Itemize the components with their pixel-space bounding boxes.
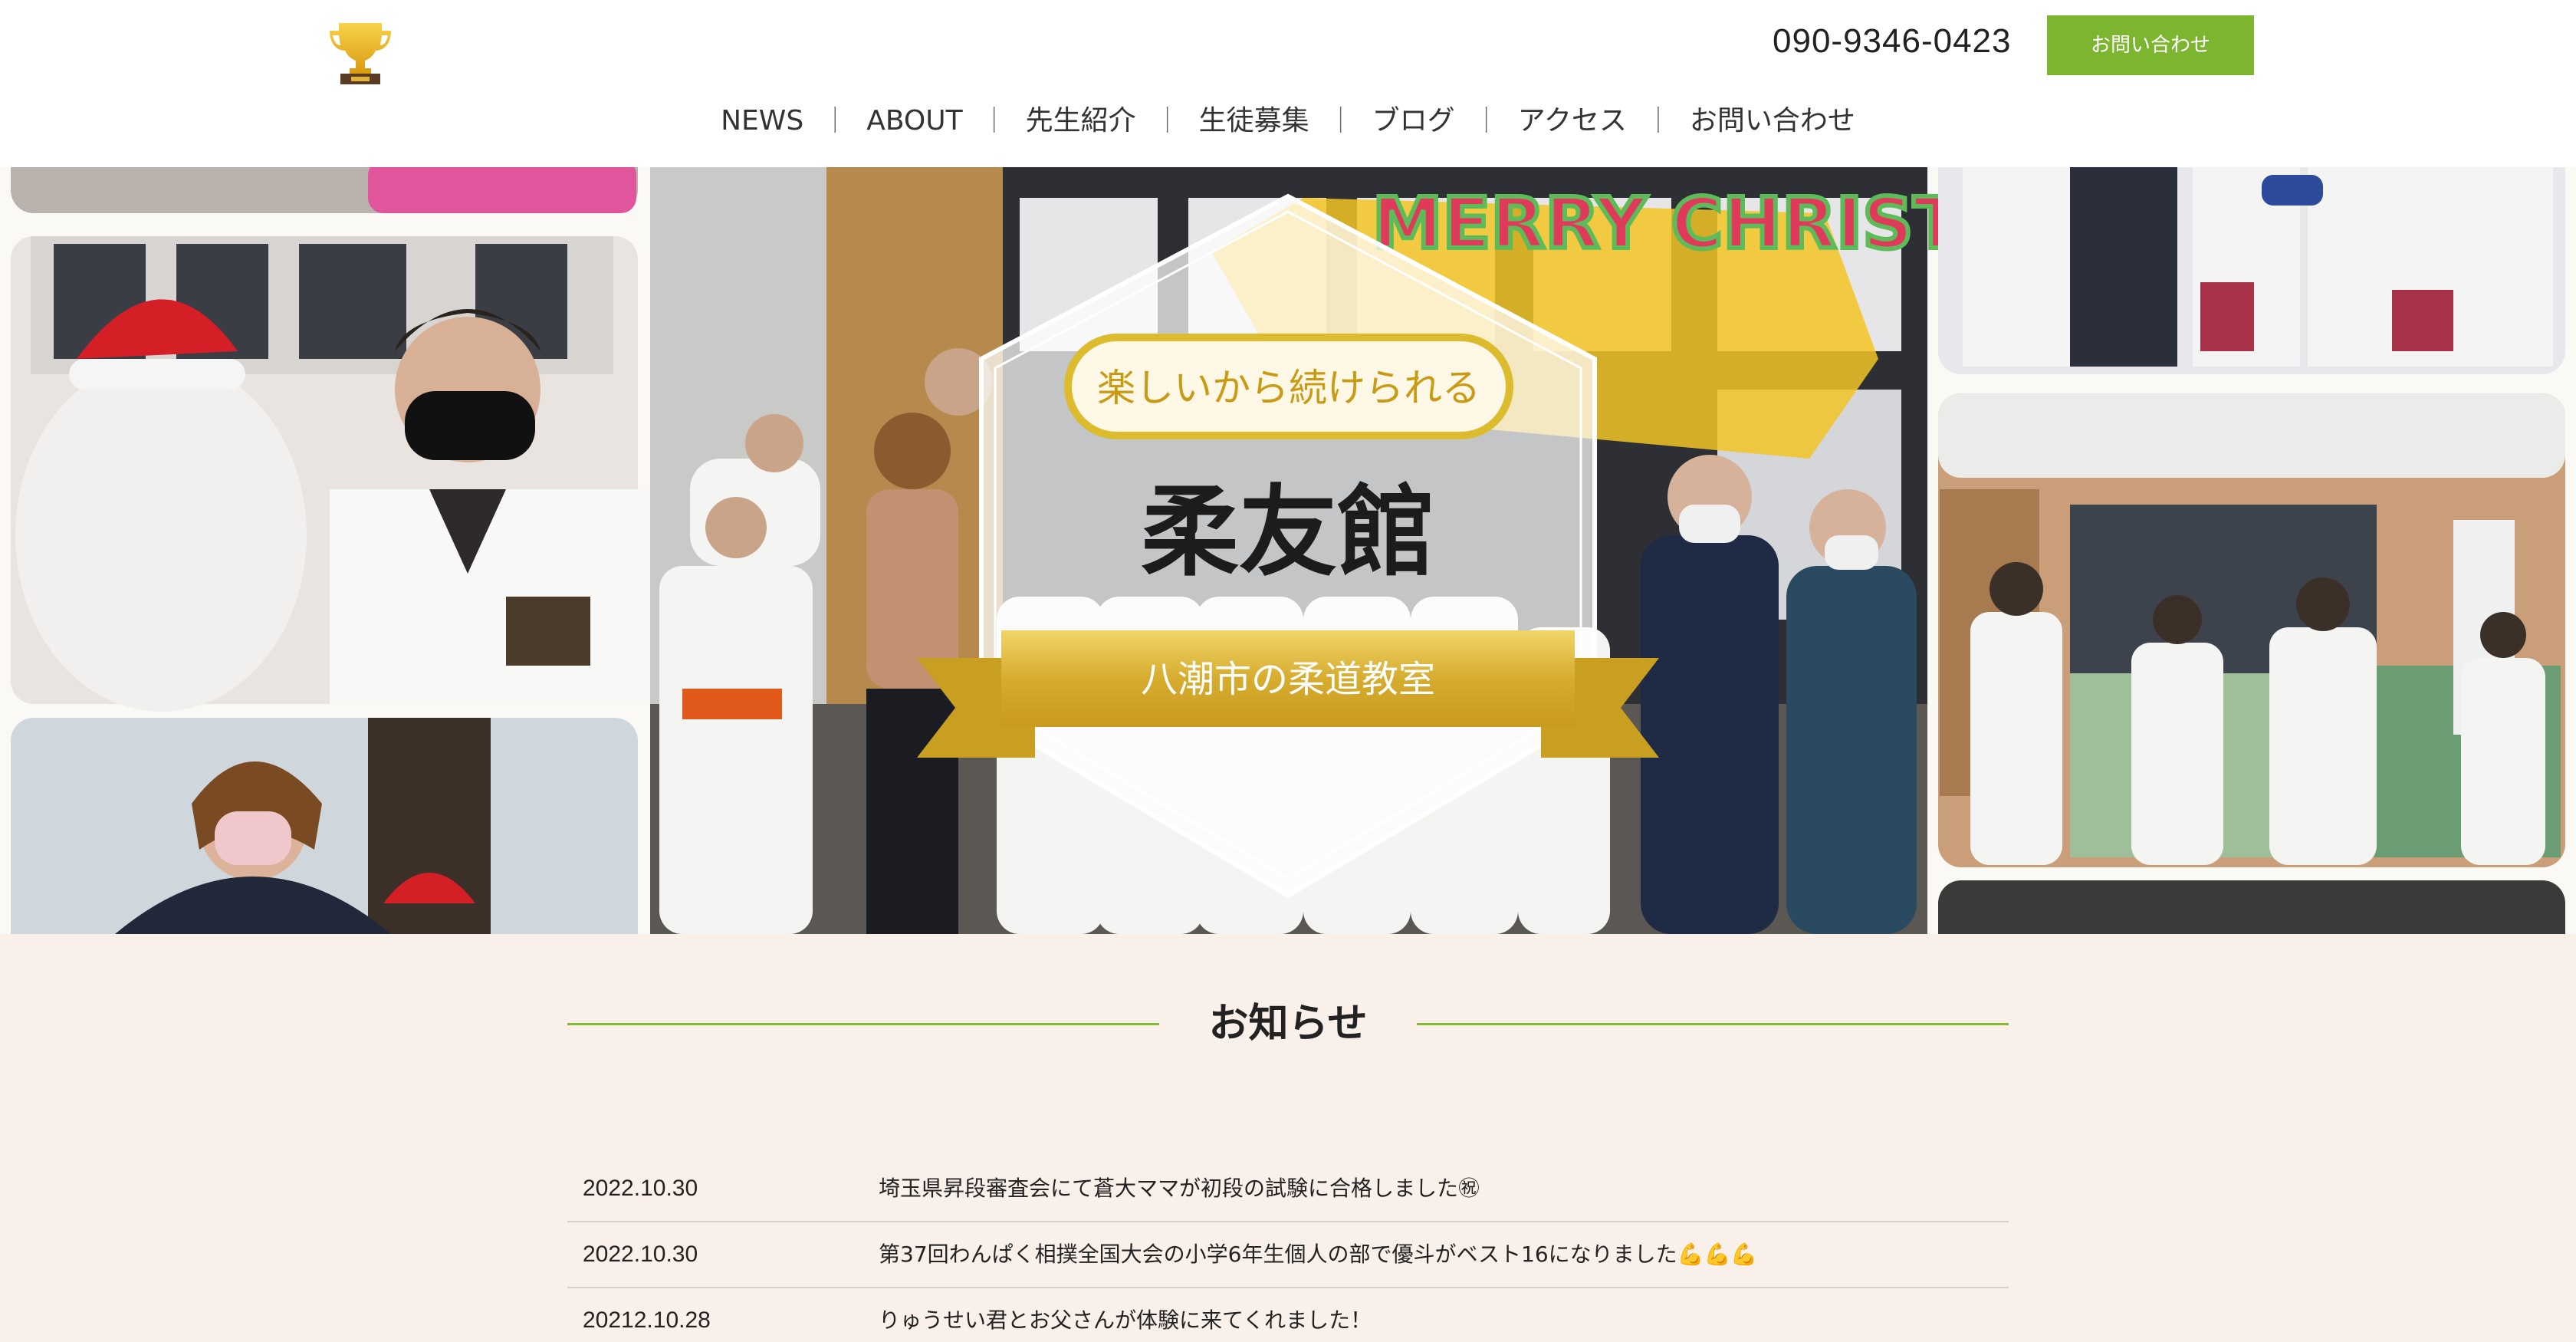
hero-emblem: 楽しいから続けられる 柔友館 八潮市の柔道教室 [917,193,1659,899]
nav-separator: ｜ [822,106,849,137]
news-heading: お知らせ [1208,1001,1368,1047]
news-date: 2022.10.30 [583,1242,698,1267]
nav-item-access[interactable]: アクセス [1513,98,1631,144]
hero-title: 柔友館 [1141,475,1435,590]
news-item[interactable]: 2022.10.30 第37回わんぱく相撲全国大会の小学6年生個人の部で優斗がベ… [567,1222,2009,1288]
nav-separator: ｜ [981,106,1007,137]
main-nav: NEWS ｜ ABOUT ｜ 先生紹介 ｜ 生徒募集 ｜ ブログ ｜ アクセス ｜ お問い合わせ [0,98,2576,144]
news-link[interactable]: 第37回わんぱく相撲全国大会の小学6年生個人の部で優斗がベスト16になりました💪… [879,1222,1757,1287]
hero-banner: MERRY CHRISTMAS 楽しいから続けられる 柔友館 八潮市の柔道教室 [0,167,2576,934]
trophy-icon[interactable] [328,20,393,86]
nav-item-teachers[interactable]: 先生紹介 [1021,98,1141,144]
nav-item-blog[interactable]: ブログ [1368,98,1460,144]
nav-item-recruitment[interactable]: 生徒募集 [1194,98,1314,144]
nav-separator: ｜ [1644,106,1671,137]
contact-button[interactable]: お問い合わせ [2047,15,2254,75]
photo-santa [11,236,652,712]
photo-kids [1938,167,2565,374]
news-link[interactable]: りゅうせい君とお父さんが体験に来てくれました！ [879,1288,1372,1342]
hero-tagline: 楽しいから続けられる [1097,366,1480,410]
site-header: 090-9346-0423 お問い合わせ NEWS ｜ ABOUT ｜ 先生紹介 ｜ 生徒募… [0,0,2576,167]
nav-separator: ｜ [1154,106,1181,137]
nav-item-about[interactable]: ABOUT [862,98,967,144]
news-list: 2022.10.30 埼玉県昇段審査会にて蒼大ママが初段の試験に合格しました㊗ … [567,1156,2009,1342]
nav-separator: ｜ [1473,106,1500,137]
nav-item-contact[interactable]: お問い合わせ [1685,98,1860,144]
news-item[interactable]: 20212.10.28 りゅうせい君とお父さんが体験に来てくれました！ [567,1288,2009,1342]
nav-item-news[interactable]: NEWS [716,98,808,144]
nav-separator: ｜ [1327,106,1354,137]
news-section: お知らせ 2022.10.30 埼玉県昇段審査会にて蒼大ママが初段の試験に合格し… [0,934,2576,1342]
news-item[interactable]: 2022.10.30 埼玉県昇段審査会にて蒼大ママが初段の試験に合格しました㊗ [567,1156,2009,1222]
news-link[interactable]: 埼玉県昇段審査会にて蒼大ママが初段の試験に合格しました㊗ [879,1156,1480,1221]
phone-number[interactable]: 090-9346-0423 [1773,18,2011,64]
news-date: 2022.10.30 [583,1176,698,1201]
photo-woman [11,718,638,934]
photo-dojo [1938,393,2565,867]
hero-ribbon-text: 八潮市の柔道教室 [1141,658,1435,701]
news-date: 20212.10.28 [583,1307,711,1333]
